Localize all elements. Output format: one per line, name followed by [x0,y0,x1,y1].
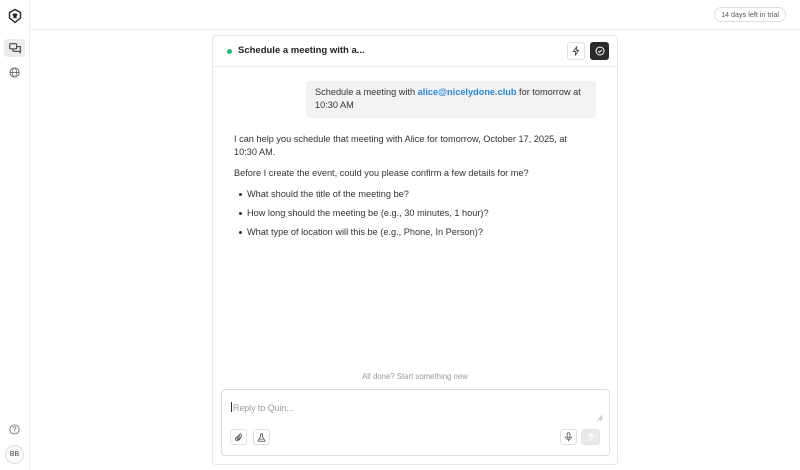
chat-bubbles-icon [8,42,21,53]
resize-handle-icon[interactable] [597,415,603,421]
chat-panel: Schedule a meeting with a... Schedule a … [212,35,618,465]
quick-action-button[interactable] [567,42,585,60]
send-button[interactable] [581,429,600,445]
lightning-icon [572,46,580,56]
chat-header: Schedule a meeting with a... [213,36,617,67]
trial-badge[interactable]: 14 days left in trial [714,7,786,22]
start-new-link[interactable]: All done? Start something new [213,372,617,381]
assistant-paragraph: Before I create the event, could you ple… [234,168,529,178]
mark-done-button[interactable] [590,42,609,60]
status-indicator [227,49,232,54]
user-message: Schedule a meeting with alice@nicelydone… [306,81,596,118]
user-message-prefix: Schedule a meeting with [315,87,418,97]
app-logo-icon[interactable] [6,7,24,25]
question-item: What type of location will this be (e.g.… [239,226,579,239]
globe-icon [9,67,20,78]
chat-title: Schedule a meeting with a... [238,45,365,56]
question-item: What should the title of the meeting be? [239,188,579,201]
flask-icon [257,432,266,442]
paperclip-icon [235,433,243,441]
help-circle-icon[interactable] [7,422,22,437]
user-avatar[interactable]: BB [5,445,24,464]
check-circle-icon [595,46,604,56]
reply-composer[interactable]: Reply to Quin... [221,389,610,456]
microphone-icon [565,432,572,442]
sidebar-item-web[interactable] [6,64,23,81]
tools-button[interactable] [253,429,270,445]
reply-input[interactable]: Reply to Quin... [233,403,294,413]
sidebar-item-chats[interactable] [4,39,25,57]
assistant-paragraph: I can help you schedule that meeting wit… [234,134,567,157]
attach-button[interactable] [230,429,247,445]
text-caret [231,402,232,412]
assistant-message: I can help you schedule that meeting wit… [234,133,579,245]
email-link[interactable]: alice@nicelydone.club [418,87,517,97]
arrow-up-icon [587,432,594,441]
top-bar: 14 days left in trial [30,0,800,30]
question-item: How long should the meeting be (e.g., 30… [239,207,579,220]
voice-input-button[interactable] [560,429,577,445]
question-list: What should the title of the meeting be?… [234,188,579,239]
sidebar: BB [0,0,30,470]
